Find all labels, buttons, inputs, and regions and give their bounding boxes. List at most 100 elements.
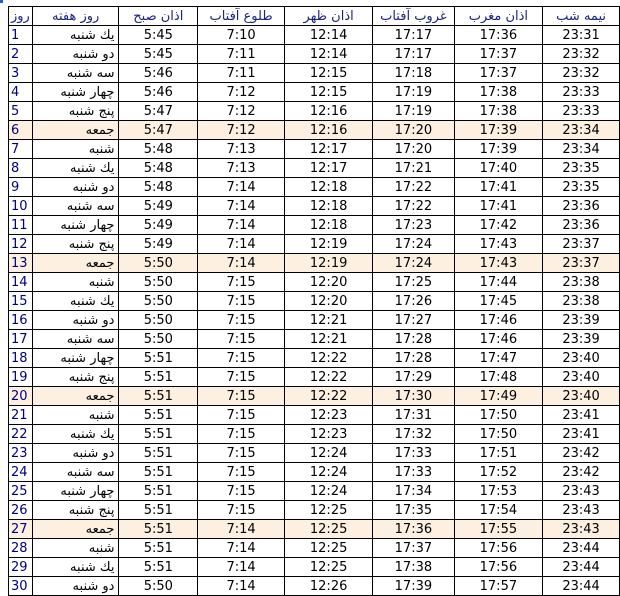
table-row: 19 پنج شنبه 5:51 7:15 12:22 17:29 17:48 23:40	[8, 367, 620, 387]
table-row: 14 شنبه 5:50 7:15 12:20 17:25 17:44 23:38	[8, 272, 620, 292]
midnight-time-cell: 23:37	[542, 234, 620, 254]
fajr-time-cell: 5:50	[118, 291, 199, 311]
dhuhr-time-cell: 12:19	[284, 253, 374, 273]
midnight-time-cell: 23:32	[542, 63, 620, 83]
day-number-cell: 29	[8, 557, 33, 577]
weekday-name-cell: شنبه	[31, 405, 120, 425]
midnight-time-cell: 23:43	[542, 519, 620, 539]
dhuhr-time-cell: 12:22	[284, 386, 374, 406]
day-number-cell: 10	[8, 196, 33, 216]
maghrib-time-cell: 17:55	[453, 519, 544, 539]
table-row: 11 چهار شنبه 5:49 7:14 12:18 17:23 17:42 23:36	[8, 215, 620, 235]
day-number-cell: 7	[8, 139, 33, 159]
fajr-time-cell: 5:48	[118, 139, 199, 159]
maghrib-time-cell: 17:52	[453, 462, 544, 482]
midnight-time-cell: 23:34	[542, 120, 620, 140]
midnight-time-cell: 23:37	[542, 253, 620, 273]
maghrib-time-cell: 17:43	[453, 234, 544, 254]
sunrise-time-cell: 7:13	[197, 139, 286, 159]
day-number-cell: 28	[8, 538, 33, 558]
dhuhr-time-cell: 12:18	[284, 177, 374, 197]
dhuhr-time-cell: 12:20	[284, 291, 374, 311]
fajr-time-cell: 5:50	[118, 272, 199, 292]
fajr-time-cell: 5:46	[118, 63, 199, 83]
sunrise-time-cell: 7:15	[197, 329, 286, 349]
sunset-time-cell: 17:33	[372, 443, 455, 463]
fajr-time-cell: 5:50	[118, 253, 199, 273]
weekday-name-cell: پنج شنبه	[31, 101, 120, 121]
sunset-time-cell: 17:24	[372, 234, 455, 254]
dhuhr-time-cell: 12:24	[284, 481, 374, 501]
sunrise-time-cell: 7:12	[197, 82, 286, 102]
day-number-cell: 17	[8, 329, 33, 349]
maghrib-time-cell: 17:41	[453, 177, 544, 197]
dhuhr-time-cell: 12:24	[284, 443, 374, 463]
maghrib-time-cell: 17:47	[453, 348, 544, 368]
header-fajr: اذان صبح	[118, 6, 199, 26]
sunset-time-cell: 17:20	[372, 139, 455, 159]
weekday-name-cell: یك شنبه	[31, 424, 120, 444]
dhuhr-time-cell: 12:23	[284, 405, 374, 425]
fajr-time-cell: 5:50	[118, 310, 199, 330]
sunrise-time-cell: 7:15	[197, 272, 286, 292]
midnight-time-cell: 23:38	[542, 291, 620, 311]
sunset-time-cell: 17:34	[372, 481, 455, 501]
day-number-cell: 26	[8, 500, 33, 520]
day-number-cell: 23	[8, 443, 33, 463]
midnight-time-cell: 23:43	[542, 500, 620, 520]
weekday-name-cell: سه شنبه	[31, 63, 120, 83]
weekday-name-cell: جمعه	[31, 253, 120, 273]
header-weekday: روز هفته	[31, 6, 120, 26]
weekday-name-cell: چهار شنبه	[31, 82, 120, 102]
sunset-time-cell: 17:30	[372, 386, 455, 406]
table-row: 27 جمعه 5:51 7:14 12:25 17:36 17:55 23:43	[8, 519, 620, 539]
fajr-time-cell: 5:50	[118, 576, 199, 596]
table-row: 6 جمعه 5:47 7:12 12:16 17:20 17:39 23:34	[8, 120, 620, 140]
header-sunset: غروب آفتاب	[372, 6, 455, 26]
weekday-name-cell: پنج شنبه	[31, 234, 120, 254]
dhuhr-time-cell: 12:20	[284, 272, 374, 292]
table-row: 24 سه شنبه 5:51 7:15 12:24 17:33 17:52 23:42	[8, 462, 620, 482]
fajr-time-cell: 5:51	[118, 538, 199, 558]
midnight-time-cell: 23:35	[542, 158, 620, 178]
weekday-name-cell: یك شنبه	[31, 291, 120, 311]
table-row: 5 پنج شنبه 5:47 7:12 12:16 17:19 17:38 23:33	[8, 101, 620, 121]
sunrise-time-cell: 7:15	[197, 462, 286, 482]
maghrib-time-cell: 17:56	[453, 557, 544, 577]
maghrib-time-cell: 17:38	[453, 82, 544, 102]
table-row: 21 شنبه 5:51 7:15 12:23 17:31 17:50 23:41	[8, 405, 620, 425]
weekday-name-cell: یك شنبه	[31, 158, 120, 178]
dhuhr-time-cell: 12:25	[284, 538, 374, 558]
sunset-time-cell: 17:28	[372, 348, 455, 368]
maghrib-time-cell: 17:48	[453, 367, 544, 387]
day-number-cell: 18	[8, 348, 33, 368]
midnight-time-cell: 23:42	[542, 462, 620, 482]
sunset-time-cell: 17:25	[372, 272, 455, 292]
maghrib-time-cell: 17:46	[453, 329, 544, 349]
prayer-times-table: روز روز هفته اذان صبح طلوع آفتاب اذان ظه…	[8, 6, 620, 596]
table-row: 15 یك شنبه 5:50 7:15 12:20 17:26 17:45 23:38	[8, 291, 620, 311]
day-number-cell: 22	[8, 424, 33, 444]
weekday-name-cell: دو شنبه	[31, 576, 120, 596]
sunset-time-cell: 17:32	[372, 424, 455, 444]
midnight-time-cell: 23:33	[542, 101, 620, 121]
fajr-time-cell: 5:51	[118, 500, 199, 520]
maghrib-time-cell: 17:39	[453, 139, 544, 159]
weekday-name-cell: چهار شنبه	[31, 348, 120, 368]
day-number-cell: 11	[8, 215, 33, 235]
dhuhr-time-cell: 12:14	[284, 25, 374, 45]
table-row: 22 یك شنبه 5:51 7:15 12:23 17:32 17:50 23:41	[8, 424, 620, 444]
sunrise-time-cell: 7:15	[197, 443, 286, 463]
header-row: روز روز هفته اذان صبح طلوع آفتاب اذان ظه…	[8, 6, 620, 26]
sunset-time-cell: 17:24	[372, 253, 455, 273]
day-number-cell: 4	[8, 82, 33, 102]
fajr-time-cell: 5:48	[118, 158, 199, 178]
maghrib-time-cell: 17:51	[453, 443, 544, 463]
day-number-cell: 1	[8, 25, 33, 45]
midnight-time-cell: 23:39	[542, 329, 620, 349]
maghrib-time-cell: 17:43	[453, 253, 544, 273]
dhuhr-time-cell: 12:23	[284, 424, 374, 444]
maghrib-time-cell: 17:56	[453, 538, 544, 558]
sunrise-time-cell: 7:14	[197, 253, 286, 273]
weekday-name-cell: شنبه	[31, 272, 120, 292]
